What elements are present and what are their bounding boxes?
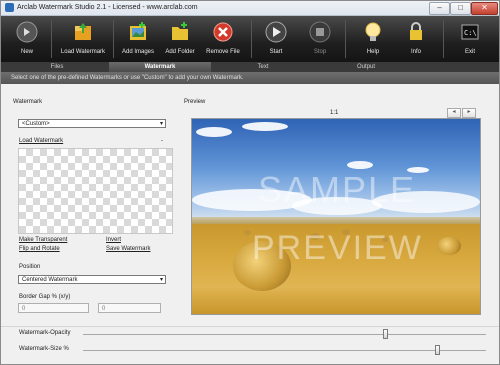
flip-rotate-link[interactable]: Flip and Rotate: [19, 246, 60, 252]
tab-bar: Files Watermark Text Output: [1, 62, 499, 72]
add-images-button[interactable]: Add Images: [119, 16, 157, 62]
toolbar-separator: [113, 20, 114, 58]
info-icon: [410, 22, 422, 40]
tab-output[interactable]: Output: [315, 62, 417, 72]
next-image-button[interactable]: ▸: [462, 108, 476, 118]
tab-watermark[interactable]: Watermark: [109, 62, 211, 72]
stop-button[interactable]: Stop: [303, 16, 337, 62]
border-gap-label: Border Gap % (x/y): [19, 294, 71, 300]
opacity-label: Watermark-Opacity: [19, 330, 71, 336]
position-value: Centered Watermark: [22, 277, 78, 283]
watermark-heading: Watermark: [13, 99, 43, 105]
position-select[interactable]: Centered Watermark ▾: [18, 275, 166, 284]
position-label: Position: [19, 264, 41, 270]
chevron-down-icon: ▾: [159, 121, 163, 127]
prev-image-button[interactable]: ◂: [447, 108, 461, 118]
new-label: New: [20, 49, 33, 55]
opacity-track[interactable]: [83, 334, 486, 335]
hay-bale: [437, 237, 461, 255]
load-watermark-link[interactable]: Load Watermark: [19, 138, 63, 144]
stop-icon: [309, 21, 331, 43]
toolbar-separator: [251, 20, 252, 58]
add-folder-label: Add Folder: [165, 49, 195, 55]
new-button[interactable]: New: [9, 16, 45, 62]
start-icon: [265, 21, 287, 43]
watermark-preview-text: PREVIEW: [252, 229, 423, 267]
start-label: Start: [269, 49, 283, 55]
hay-bale: [244, 230, 251, 235]
info-bar: Select one of the pre-defined Watermarks…: [1, 72, 499, 84]
app-icon: [5, 3, 14, 12]
add-folder-icon: [172, 22, 188, 40]
cloud: [347, 161, 373, 169]
close-button[interactable]: ✕: [471, 2, 498, 15]
help-button[interactable]: Help: [356, 16, 390, 62]
app-window: Arclab Watermark Studio 2.1 - Licensed -…: [0, 0, 500, 365]
exit-label: Exit: [464, 49, 475, 55]
save-watermark-link[interactable]: Save Watermark: [106, 246, 150, 252]
load-watermark-icon: [75, 23, 91, 40]
border-gap-x-input[interactable]: 0: [18, 303, 89, 313]
add-images-label: Add Images: [121, 49, 155, 55]
toolbar-separator: [51, 20, 52, 58]
new-icon: [16, 21, 38, 43]
remove-file-button[interactable]: Remove File: [203, 16, 243, 62]
help-icon: [365, 22, 381, 41]
start-button[interactable]: Start: [259, 16, 293, 62]
zoom-label: 1:1: [330, 110, 339, 116]
cloud: [242, 122, 288, 131]
add-folder-button[interactable]: Add Folder: [161, 16, 199, 62]
watermark-preset-value: <Custom>: [22, 121, 50, 127]
load-watermark-dash: -: [161, 138, 163, 144]
size-slider-thumb[interactable]: [435, 345, 440, 355]
toolbar-separator: [345, 20, 346, 58]
border-gap-y-input[interactable]: 0: [98, 303, 161, 313]
info-button[interactable]: Info: [399, 16, 433, 62]
watermark-canvas: [18, 148, 173, 234]
add-images-icon: [130, 22, 146, 40]
title-bar[interactable]: Arclab Watermark Studio 2.1 - Licensed -…: [1, 1, 499, 16]
remove-file-label: Remove File: [206, 49, 240, 55]
tab-files[interactable]: Files: [9, 62, 105, 72]
watermark-sample-text: SAMPLE: [258, 169, 417, 210]
stop-label: Stop: [313, 49, 327, 55]
toolbar: New Load Watermark Add Images Add Folder…: [1, 16, 499, 62]
load-watermark-button[interactable]: Load Watermark: [59, 16, 107, 62]
size-label: Watermark-Size %: [19, 346, 69, 352]
invert-link[interactable]: Invert: [106, 237, 121, 243]
toolbar-separator: [443, 20, 444, 58]
cloud: [196, 127, 232, 137]
size-track[interactable]: [83, 350, 486, 351]
help-label: Help: [366, 49, 380, 55]
watermark-preset-select[interactable]: <Custom> ▾: [18, 119, 166, 128]
make-transparent-link[interactable]: Make Transparent: [19, 237, 67, 243]
exit-button[interactable]: C:\ Exit: [453, 16, 487, 62]
info-label: Info: [410, 49, 421, 55]
tab-text[interactable]: Text: [215, 62, 311, 72]
remove-file-icon: [213, 22, 233, 42]
maximize-button[interactable]: □: [450, 2, 471, 15]
svg-text:C:\: C:\: [464, 29, 477, 37]
preview-image: SAMPLE PREVIEW: [191, 118, 481, 315]
preview-heading: Preview: [184, 99, 206, 105]
exit-icon: C:\: [461, 24, 479, 40]
chevron-down-icon: ▾: [159, 277, 163, 283]
load-watermark-label: Load Watermark: [60, 49, 106, 55]
minimize-button[interactable]: –: [429, 2, 450, 15]
opacity-slider-thumb[interactable]: [383, 329, 388, 339]
window-title: Arclab Watermark Studio 2.1 - Licensed -…: [17, 4, 198, 11]
panel-divider: [1, 326, 499, 327]
